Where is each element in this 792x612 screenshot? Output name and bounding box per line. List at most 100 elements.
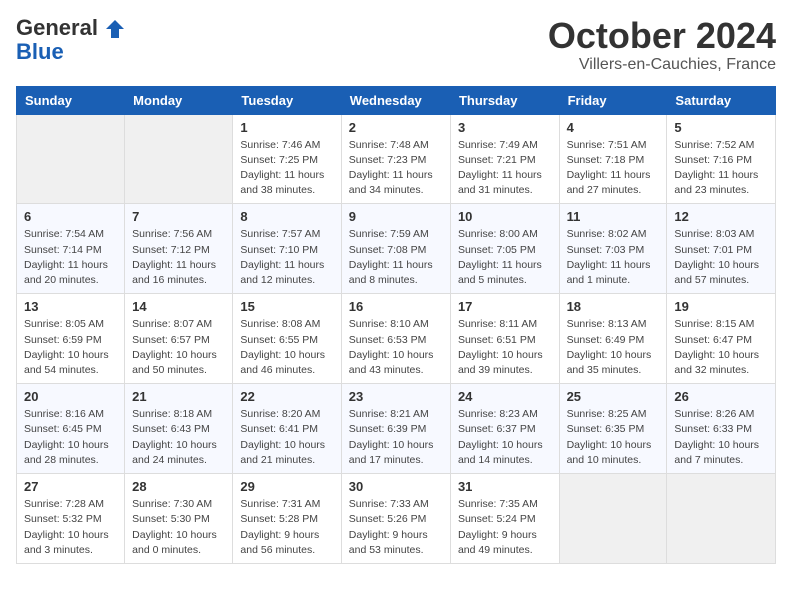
- calendar-cell: 8Sunrise: 7:57 AM Sunset: 7:10 PM Daylig…: [233, 204, 341, 294]
- day-number: 20: [24, 389, 117, 404]
- day-info: Sunrise: 8:21 AM Sunset: 6:39 PM Dayligh…: [349, 407, 443, 468]
- calendar-header-row: SundayMondayTuesdayWednesdayThursdayFrid…: [17, 86, 776, 114]
- day-info: Sunrise: 8:15 AM Sunset: 6:47 PM Dayligh…: [674, 317, 768, 378]
- day-number: 9: [349, 209, 443, 224]
- day-info: Sunrise: 7:46 AM Sunset: 7:25 PM Dayligh…: [240, 138, 333, 199]
- calendar-cell: 15 Sunrise: 8:08 AM Sunset: 6:55 PM Dayli…: [233, 294, 341, 384]
- calendar-cell: 25 Sunrise: 8:25 AM Sunset: 6:35 PM Dayli…: [559, 384, 667, 474]
- location-subtitle: Villers-en-Cauchies, France: [548, 56, 776, 74]
- day-info: Sunrise: 7:28 AM Sunset: 5:32 PM Dayligh…: [24, 497, 117, 558]
- day-info: Sunrise: 8:26 AM Sunset: 6:33 PM Dayligh…: [674, 407, 768, 468]
- calendar-cell: 13 Sunrise: 8:05 AM Sunset: 6:59 PM Dayli…: [17, 294, 125, 384]
- calendar-cell: 22 Sunrise: 8:20 AM Sunset: 6:41 PM Dayli…: [233, 384, 341, 474]
- calendar-header-thursday: Thursday: [450, 86, 559, 114]
- calendar-header-wednesday: Wednesday: [341, 86, 450, 114]
- calendar-cell: 31 Sunrise: 7:35 AM Sunset: 5:24 PM Dayli…: [450, 474, 559, 564]
- day-number: 4: [567, 120, 660, 135]
- day-number: 23: [349, 389, 443, 404]
- calendar-week-row: 20 Sunrise: 8:16 AM Sunset: 6:45 PM Dayli…: [17, 384, 776, 474]
- calendar-cell: 29 Sunrise: 7:31 AM Sunset: 5:28 PM Dayli…: [233, 474, 341, 564]
- logo-general-text: General: [16, 16, 124, 40]
- day-info: Sunrise: 8:23 AM Sunset: 6:37 PM Dayligh…: [458, 407, 552, 468]
- day-number: 27: [24, 479, 117, 494]
- day-info: Sunrise: 8:16 AM Sunset: 6:45 PM Dayligh…: [24, 407, 117, 468]
- day-info: Sunrise: 8:11 AM Sunset: 6:51 PM Dayligh…: [458, 317, 552, 378]
- day-number: 11: [567, 209, 660, 224]
- calendar-cell: 6Sunrise: 7:54 AM Sunset: 7:14 PM Daylig…: [17, 204, 125, 294]
- day-info: Sunrise: 7:57 AM Sunset: 7:10 PM Dayligh…: [240, 227, 333, 288]
- day-number: 29: [240, 479, 333, 494]
- day-info: Sunrise: 7:56 AM Sunset: 7:12 PM Dayligh…: [132, 227, 225, 288]
- day-number: 12: [674, 209, 768, 224]
- day-info: Sunrise: 8:00 AM Sunset: 7:05 PM Dayligh…: [458, 227, 552, 288]
- day-info: Sunrise: 7:31 AM Sunset: 5:28 PM Dayligh…: [240, 497, 333, 558]
- calendar-header-monday: Monday: [125, 86, 233, 114]
- day-number: 30: [349, 479, 443, 494]
- day-info: Sunrise: 7:30 AM Sunset: 5:30 PM Dayligh…: [132, 497, 225, 558]
- day-info: Sunrise: 8:18 AM Sunset: 6:43 PM Dayligh…: [132, 407, 225, 468]
- calendar-cell: 23 Sunrise: 8:21 AM Sunset: 6:39 PM Dayli…: [341, 384, 450, 474]
- day-number: 2: [349, 120, 443, 135]
- calendar-cell: 4 Sunrise: 7:51 AM Sunset: 7:18 PM Daylig…: [559, 114, 667, 204]
- day-info: Sunrise: 7:35 AM Sunset: 5:24 PM Dayligh…: [458, 497, 552, 558]
- day-info: Sunrise: 7:59 AM Sunset: 7:08 PM Dayligh…: [349, 227, 443, 288]
- calendar-header-friday: Friday: [559, 86, 667, 114]
- calendar-cell: 1Sunrise: 7:46 AM Sunset: 7:25 PM Daylig…: [233, 114, 341, 204]
- day-number: 24: [458, 389, 552, 404]
- calendar-cell: 18Sunrise: 8:13 AM Sunset: 6:49 PM Dayli…: [559, 294, 667, 384]
- day-number: 5: [674, 120, 768, 135]
- day-info: Sunrise: 8:05 AM Sunset: 6:59 PM Dayligh…: [24, 317, 117, 378]
- calendar-cell: [667, 474, 776, 564]
- logo-icon: [106, 20, 124, 38]
- calendar-cell: [17, 114, 125, 204]
- day-info: Sunrise: 8:02 AM Sunset: 7:03 PM Dayligh…: [567, 227, 660, 288]
- calendar-cell: 2 Sunrise: 7:48 AM Sunset: 7:23 PM Daylig…: [341, 114, 450, 204]
- month-title: October 2024: [548, 16, 776, 56]
- day-number: 22: [240, 389, 333, 404]
- day-number: 25: [567, 389, 660, 404]
- day-info: Sunrise: 7:49 AM Sunset: 7:21 PM Dayligh…: [458, 138, 552, 199]
- logo: General Blue: [16, 16, 124, 64]
- calendar-cell: 21 Sunrise: 8:18 AM Sunset: 6:43 PM Dayli…: [125, 384, 233, 474]
- day-number: 26: [674, 389, 768, 404]
- day-number: 14: [132, 299, 225, 314]
- day-info: Sunrise: 8:20 AM Sunset: 6:41 PM Dayligh…: [240, 407, 333, 468]
- logo-blue-text: Blue: [16, 40, 124, 64]
- day-info: Sunrise: 7:48 AM Sunset: 7:23 PM Dayligh…: [349, 138, 443, 199]
- day-number: 15: [240, 299, 333, 314]
- day-info: Sunrise: 8:08 AM Sunset: 6:55 PM Dayligh…: [240, 317, 333, 378]
- day-info: Sunrise: 7:54 AM Sunset: 7:14 PM Dayligh…: [24, 227, 117, 288]
- day-number: 28: [132, 479, 225, 494]
- calendar-header-tuesday: Tuesday: [233, 86, 341, 114]
- calendar-cell: 9 Sunrise: 7:59 AM Sunset: 7:08 PM Daylig…: [341, 204, 450, 294]
- day-number: 17: [458, 299, 552, 314]
- calendar-week-row: 13 Sunrise: 8:05 AM Sunset: 6:59 PM Dayli…: [17, 294, 776, 384]
- calendar-cell: 27 Sunrise: 7:28 AM Sunset: 5:32 PM Dayli…: [17, 474, 125, 564]
- calendar-header-saturday: Saturday: [667, 86, 776, 114]
- page-header: General Blue October 2024 Villers-en-Cau…: [16, 16, 776, 74]
- day-info: Sunrise: 7:33 AM Sunset: 5:26 PM Dayligh…: [349, 497, 443, 558]
- day-info: Sunrise: 8:03 AM Sunset: 7:01 PM Dayligh…: [674, 227, 768, 288]
- calendar-cell: 19Sunrise: 8:15 AM Sunset: 6:47 PM Dayli…: [667, 294, 776, 384]
- day-info: Sunrise: 8:13 AM Sunset: 6:49 PM Dayligh…: [567, 317, 660, 378]
- calendar-cell: 12 Sunrise: 8:03 AM Sunset: 7:01 PM Dayli…: [667, 204, 776, 294]
- calendar-cell: 20 Sunrise: 8:16 AM Sunset: 6:45 PM Dayli…: [17, 384, 125, 474]
- calendar-cell: 11 Sunrise: 8:02 AM Sunset: 7:03 PM Dayli…: [559, 204, 667, 294]
- day-info: Sunrise: 8:07 AM Sunset: 6:57 PM Dayligh…: [132, 317, 225, 378]
- calendar-cell: 10Sunrise: 8:00 AM Sunset: 7:05 PM Dayli…: [450, 204, 559, 294]
- calendar-header-sunday: Sunday: [17, 86, 125, 114]
- day-number: 31: [458, 479, 552, 494]
- day-info: Sunrise: 7:51 AM Sunset: 7:18 PM Dayligh…: [567, 138, 660, 199]
- day-info: Sunrise: 8:25 AM Sunset: 6:35 PM Dayligh…: [567, 407, 660, 468]
- day-number: 21: [132, 389, 225, 404]
- calendar-cell: 28 Sunrise: 7:30 AM Sunset: 5:30 PM Dayli…: [125, 474, 233, 564]
- day-info: Sunrise: 8:10 AM Sunset: 6:53 PM Dayligh…: [349, 317, 443, 378]
- day-info: Sunrise: 7:52 AM Sunset: 7:16 PM Dayligh…: [674, 138, 768, 199]
- day-number: 7: [132, 209, 225, 224]
- calendar-cell: 14 Sunrise: 8:07 AM Sunset: 6:57 PM Dayli…: [125, 294, 233, 384]
- calendar-cell: 24 Sunrise: 8:23 AM Sunset: 6:37 PM Dayli…: [450, 384, 559, 474]
- calendar-cell: 17 Sunrise: 8:11 AM Sunset: 6:51 PM Dayli…: [450, 294, 559, 384]
- calendar-cell: [125, 114, 233, 204]
- calendar-cell: 30 Sunrise: 7:33 AM Sunset: 5:26 PM Dayli…: [341, 474, 450, 564]
- day-number: 13: [24, 299, 117, 314]
